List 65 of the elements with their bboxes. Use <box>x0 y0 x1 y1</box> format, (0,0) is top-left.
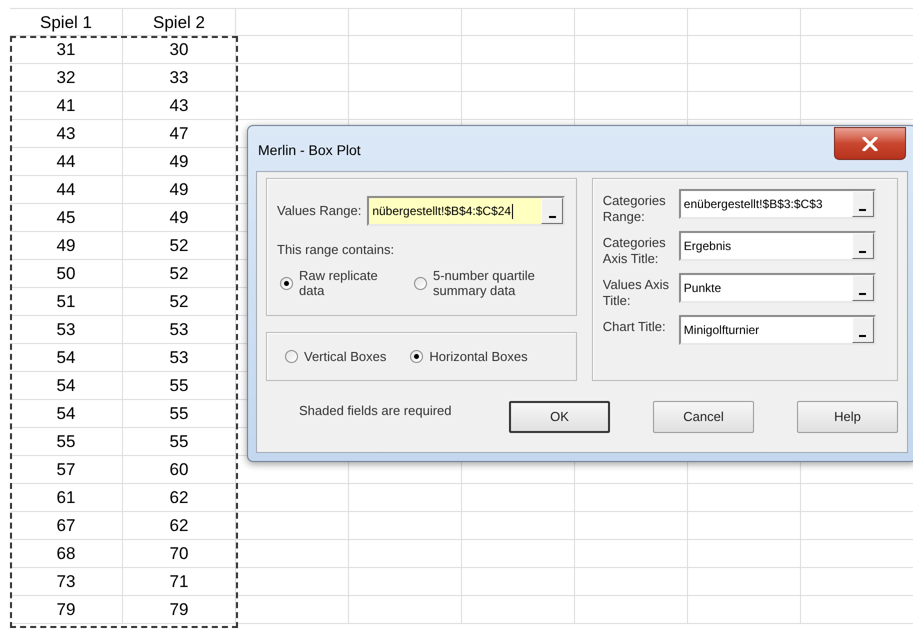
dialog-button[interactable]: Help <box>797 401 898 433</box>
field-label: Chart Title: <box>602 319 667 335</box>
table-cell: 33 <box>170 69 188 86</box>
table-cell: 49 <box>170 153 188 170</box>
table-cell: 55 <box>56 433 76 450</box>
table-cell: 53 <box>170 349 188 366</box>
dialog-button[interactable]: OK <box>509 401 610 433</box>
close-button[interactable] <box>834 127 906 160</box>
field-label: Categories Axis Title: <box>602 235 667 267</box>
table-cell: 54 <box>56 377 76 394</box>
table-cell: 62 <box>170 517 188 534</box>
table-cell: 55 <box>170 433 188 450</box>
table-cell: 73 <box>56 573 76 590</box>
radio-button[interactable] <box>410 350 424 363</box>
close-icon <box>862 136 878 150</box>
table-cell: 62 <box>170 489 188 506</box>
table-cell: 45 <box>56 209 76 226</box>
table-cell: 47 <box>170 125 188 142</box>
table-cell: 41 <box>56 97 76 114</box>
table-cell: 44 <box>56 153 76 170</box>
table-cell: 54 <box>56 349 76 366</box>
table-cell: 60 <box>170 461 188 478</box>
radio-button[interactable] <box>280 276 293 290</box>
table-cell: 54 <box>56 405 76 422</box>
radio-button[interactable] <box>285 350 298 363</box>
table-cell: 52 <box>170 293 188 310</box>
table-cell: 55 <box>170 377 188 394</box>
table-cell: 53 <box>56 321 76 338</box>
column-header: Spiel 2 <box>153 14 205 30</box>
dialog-button[interactable]: Cancel <box>653 401 754 433</box>
table-cell: 71 <box>170 573 188 590</box>
table-cell: 55 <box>170 405 188 422</box>
table-cell: 70 <box>170 545 188 562</box>
column-header: Spiel 1 <box>40 14 92 30</box>
table-cell: 32 <box>56 69 76 86</box>
field-label: Values Axis Title: <box>602 277 670 309</box>
table-cell: 43 <box>56 125 76 142</box>
section-label: This range contains: <box>277 241 394 259</box>
table-cell: 52 <box>170 237 188 254</box>
table-cell: 79 <box>170 601 188 618</box>
radio-button[interactable] <box>414 276 427 290</box>
option-label: 5-number quartile summary data <box>433 268 536 298</box>
required-note: Shaded fields are required <box>299 402 452 420</box>
option-label: Vertical Boxes <box>304 349 386 364</box>
field-label: Categories Range: <box>602 193 667 225</box>
table-cell: 61 <box>56 489 76 506</box>
table-cell: 49 <box>56 237 76 254</box>
table-cell: 50 <box>56 265 76 282</box>
table-cell: 31 <box>56 41 76 58</box>
table-cell: 67 <box>56 517 76 534</box>
table-cell: 49 <box>170 181 188 198</box>
table-cell: 44 <box>56 181 76 198</box>
option-label: Raw replicate data <box>299 268 379 298</box>
table-cell: 30 <box>170 41 188 58</box>
table-cell: 51 <box>56 293 76 310</box>
table-cell: 57 <box>56 461 76 478</box>
table-cell: 53 <box>170 321 188 338</box>
table-cell: 68 <box>56 545 76 562</box>
field-label: Values Range: <box>277 202 362 220</box>
table-cell: 52 <box>170 265 188 282</box>
window-title: Merlin - Box Plot <box>257 141 361 160</box>
option-label: Horizontal Boxes <box>429 349 528 364</box>
table-cell: 49 <box>170 209 188 226</box>
table-cell: 79 <box>56 601 76 618</box>
table-cell: 43 <box>170 97 188 114</box>
